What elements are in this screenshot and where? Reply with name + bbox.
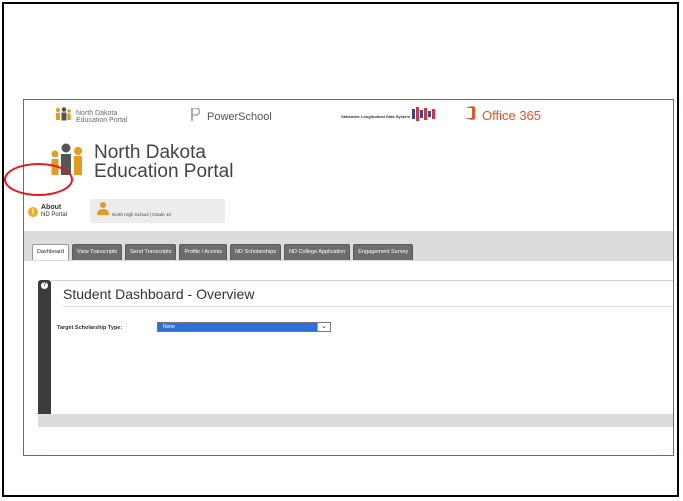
portal-logo-line1: North Dakota bbox=[94, 141, 206, 163]
screenshot-frame: North Dakota Education Portal PowerSchoo… bbox=[2, 2, 679, 497]
nd-portal-link[interactable]: North Dakota Education Portal bbox=[54, 107, 130, 126]
office365-label: Office 365 bbox=[482, 108, 542, 123]
dashboard-highlight-annotation bbox=[4, 163, 73, 196]
scholarship-type-select[interactable]: None ⌄ bbox=[157, 322, 331, 332]
slds-link[interactable]: Statewide Longitudinal Data System bbox=[332, 107, 436, 126]
page-title: Student Dashboard - Overview bbox=[63, 286, 255, 302]
student-selector[interactable]: North High School | Grade 10 bbox=[90, 199, 225, 223]
about-link[interactable]: i About ND Portal bbox=[28, 204, 67, 219]
tab-view-transcripts[interactable]: View Transcripts bbox=[71, 244, 123, 260]
about-subtitle: ND Portal bbox=[41, 212, 68, 218]
office365-link[interactable]: Office 365 bbox=[464, 106, 541, 125]
about-title: About bbox=[41, 204, 62, 211]
nd-portal-small-text: North Dakota Education Portal bbox=[76, 109, 128, 124]
student-avatar-icon bbox=[96, 201, 110, 220]
panel-footer-bar bbox=[38, 414, 673, 427]
tab-bar: Dashboard View Transcripts Send Transcri… bbox=[24, 231, 673, 261]
tab-dashboard[interactable]: Dashboard bbox=[32, 244, 69, 260]
powerschool-link[interactable]: PowerSchool bbox=[190, 107, 272, 126]
help-sidebar[interactable]: ? bbox=[38, 280, 51, 414]
logo-strip: North Dakota Education Portal PowerSchoo… bbox=[24, 100, 673, 132]
tab-send-transcripts[interactable]: Send Transcripts bbox=[125, 244, 177, 260]
tab-nd-college-application[interactable]: ND College Application bbox=[284, 244, 351, 260]
tab-nd-scholarships[interactable]: ND Scholarships bbox=[230, 244, 282, 260]
title-divider bbox=[63, 306, 673, 307]
slds-bars-icon bbox=[412, 107, 436, 126]
nd-people-icon bbox=[54, 107, 72, 126]
student-name: North High School | Grade 10 bbox=[112, 212, 171, 217]
about-label: About ND Portal bbox=[41, 204, 67, 219]
powerschool-label: PowerSchool bbox=[207, 111, 272, 123]
tab-list: Dashboard View Transcripts Send Transcri… bbox=[32, 244, 414, 260]
portal-logo-line2: Education Portal bbox=[94, 160, 234, 182]
chevron-down-icon[interactable]: ⌄ bbox=[317, 323, 330, 331]
powerschool-icon bbox=[190, 107, 201, 126]
info-icon: i bbox=[28, 206, 38, 217]
scholarship-type-value: None bbox=[163, 324, 175, 330]
tab-profile-access[interactable]: Profile / Access bbox=[179, 244, 228, 260]
portal-logo-text: North Dakota Education Portal bbox=[94, 143, 233, 181]
dashboard-panel: Student Dashboard - Overview Target Scho… bbox=[51, 280, 673, 415]
portal-logo[interactable]: North Dakota Education Portal bbox=[48, 142, 233, 181]
office365-icon bbox=[464, 106, 476, 125]
portal-window: North Dakota Education Portal PowerSchoo… bbox=[23, 99, 674, 456]
slds-label: Statewide Longitudinal Data System bbox=[341, 114, 410, 119]
scholarship-type-label: Target Scholarship Type: bbox=[57, 325, 123, 331]
tab-engagement-survey[interactable]: Engagement Survey bbox=[353, 244, 414, 260]
help-icon[interactable]: ? bbox=[41, 282, 48, 289]
